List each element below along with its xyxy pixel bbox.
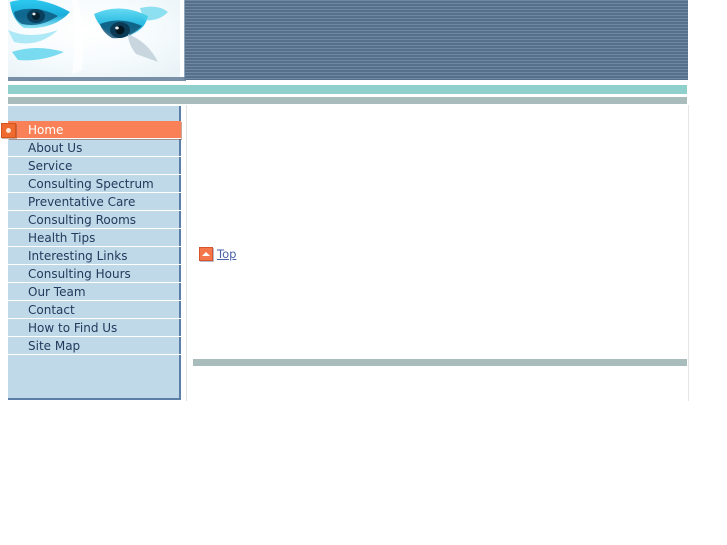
sidebar-item-label: Interesting Links <box>28 249 128 263</box>
sidebar-item-label: Preventative Care <box>28 195 136 209</box>
sidebar-item-site-map[interactable]: Site Map <box>8 337 181 355</box>
divider-bar-teal <box>8 84 687 94</box>
sidebar-item-label: Health Tips <box>28 231 96 245</box>
sidebar-item-home[interactable]: Home <box>1 121 181 139</box>
sidebar-item-label: About Us <box>28 141 83 155</box>
header-photo <box>8 0 180 77</box>
sidebar-item-consulting-rooms[interactable]: Consulting Rooms <box>8 211 181 229</box>
footer-divider-bar <box>193 358 687 367</box>
sidebar-item-preventative-care[interactable]: Preventative Care <box>8 193 181 211</box>
sidebar-item-label: Home <box>28 123 64 137</box>
sidebar-item-label: How to Find Us <box>28 321 118 335</box>
eye-photo-graphic <box>8 0 180 77</box>
back-to-top-label[interactable]: Top <box>217 247 236 261</box>
back-to-top-link[interactable]: Top <box>199 247 236 261</box>
sidebar-item-interesting-links[interactable]: Interesting Links <box>8 247 181 265</box>
sidebar-item-consulting-hours[interactable]: Consulting Hours <box>8 265 181 283</box>
sidebar-item-how-to-find-us[interactable]: How to Find Us <box>8 319 181 337</box>
up-arrow-icon <box>199 247 213 261</box>
sidebar-item-label: Consulting Rooms <box>28 213 137 227</box>
main-content: Top <box>186 105 689 401</box>
nav-list: Home About Us Service Consulting Spectrum Pr… <box>1 121 181 355</box>
sidebar-item-label: Consulting Hours <box>28 267 131 281</box>
sidebar-item-health-tips[interactable]: Health Tips <box>8 229 181 247</box>
site-header <box>0 0 688 81</box>
sidebar-item-consulting-spectrum[interactable]: Consulting Spectrum <box>8 175 181 193</box>
sidebar-item-our-team[interactable]: Our Team <box>8 283 181 301</box>
divider-bar-gray <box>8 96 687 105</box>
sidebar-item-contact[interactable]: Contact <box>8 301 181 319</box>
sidebar-item-label: Consulting Spectrum <box>28 177 154 191</box>
bullet-arrow-icon <box>1 123 16 138</box>
sidebar-item-label: Our Team <box>28 285 86 299</box>
sidebar-item-label: Site Map <box>28 339 81 353</box>
sidebar-item-label: Contact <box>28 303 75 317</box>
header-banner <box>184 0 688 80</box>
sidebar-item-about-us[interactable]: About Us <box>8 139 181 157</box>
sidebar-item-label: Service <box>28 159 73 173</box>
sidebar-navigation: Home About Us Service Consulting Spectrum Pr… <box>1 106 181 400</box>
header-photo-shadow <box>8 77 186 81</box>
sidebar-item-service[interactable]: Service <box>8 157 181 175</box>
